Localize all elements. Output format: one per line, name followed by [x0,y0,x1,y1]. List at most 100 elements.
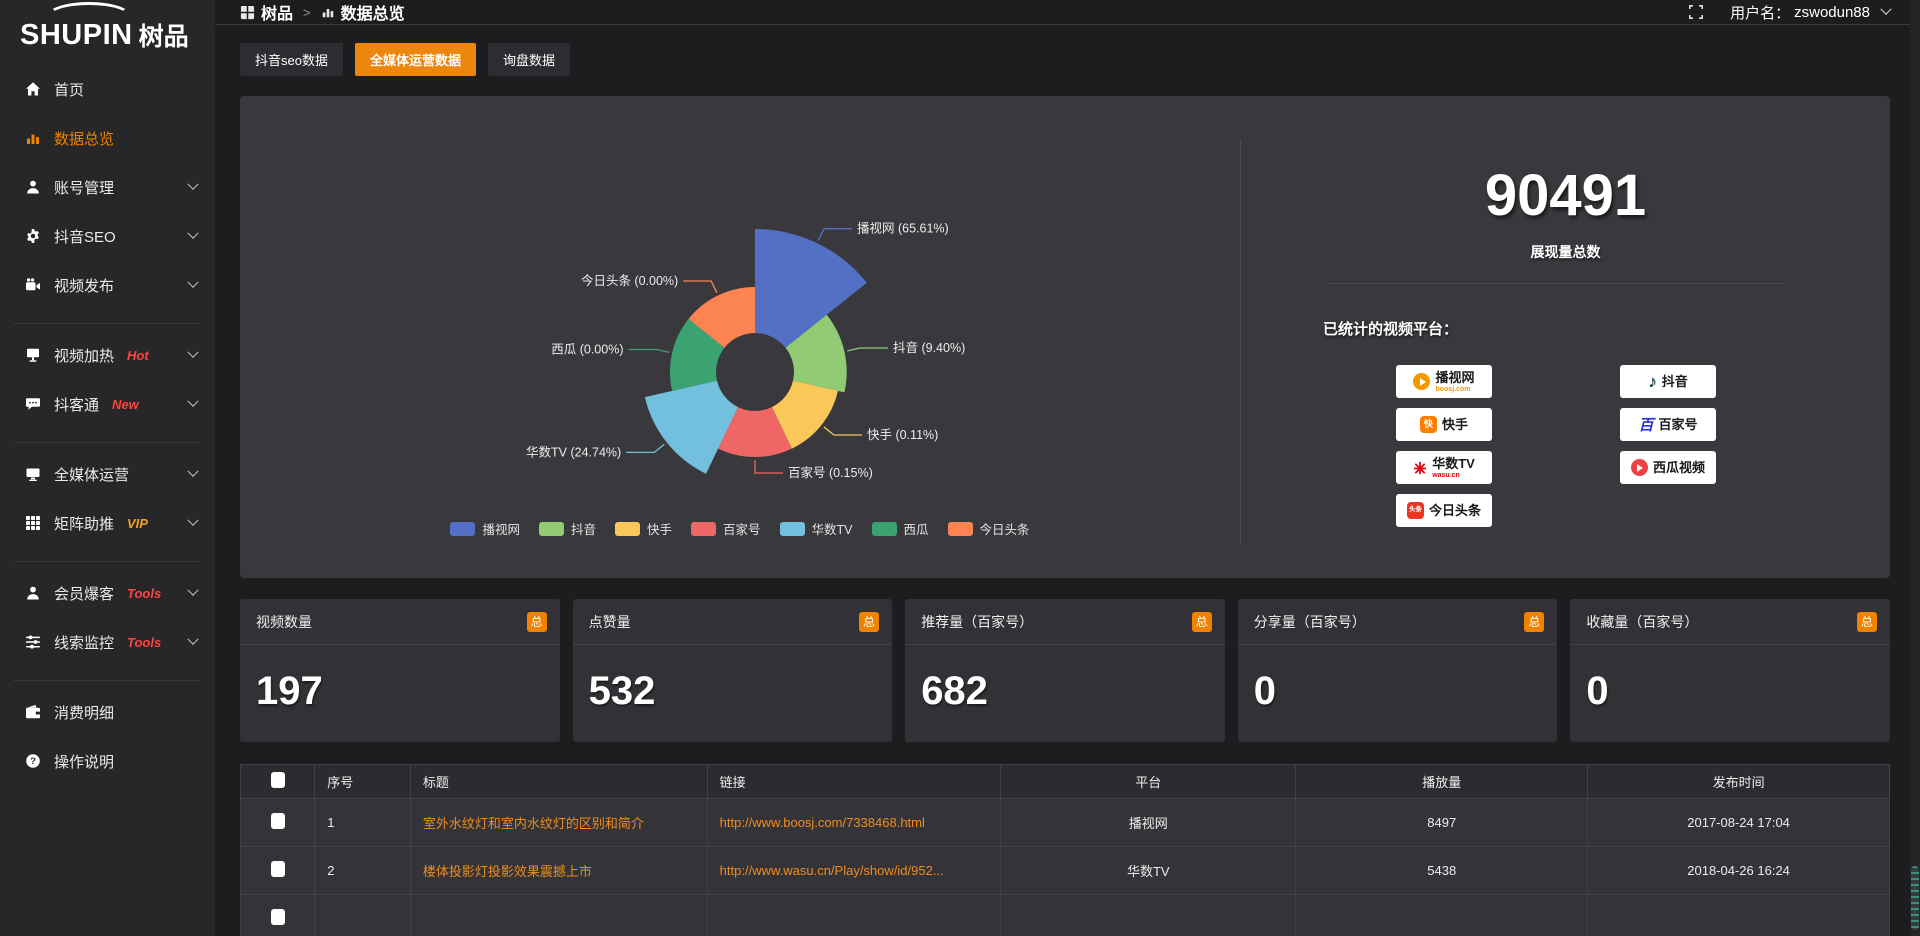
pie-label-line [818,229,852,241]
gear-icon [24,228,41,245]
sidebar-item[interactable]: 账号管理 [0,166,215,208]
platform-badge-xigua: 西瓜视频 [1620,451,1716,484]
cell-platform [1001,895,1296,936]
legend-item[interactable]: 华数TV [780,519,853,538]
chevron-down-icon [187,179,198,190]
legend-swatch [615,522,640,536]
sidebar-item[interactable]: 会员爆客Tools [0,572,215,614]
video-title-link[interactable]: 楼体投影灯投影效果震撼上市 [410,847,707,895]
cell-views: 8497 [1296,799,1588,847]
col-header-title: 标题 [410,765,707,799]
legend-label: 西瓜 [904,519,929,538]
stat-card-value: 682 [905,645,1225,714]
stat-cards-row: 视频数量总197点赞量总532推荐量（百家号）总682分享量（百家号）总0收藏量… [240,599,1890,742]
camera-icon [24,277,41,294]
legend-label: 抖音 [571,519,596,538]
video-url-link[interactable] [707,895,1001,936]
rose-chart-area[interactable]: 播视网 (65.61%)抖音 (9.40%)快手 (0.11%)百家号 (0.1… [240,96,1240,578]
pie-label: 播视网 (65.61%) [857,221,949,236]
tab-xunpan-data[interactable]: 询盘数据 [488,43,570,76]
legend-item[interactable]: 快手 [615,519,672,538]
chevron-down-icon [187,347,198,358]
video-url-link[interactable]: http://www.boosj.com/7338468.html [707,799,1001,847]
cell-no [315,895,411,936]
screen-icon [24,347,41,364]
platform-name: 今日头条 [1429,504,1481,517]
platform-name: 抖音 [1662,375,1688,388]
user-icon [24,179,41,196]
row-checkbox[interactable] [271,861,285,877]
stat-card-label: 收藏量（百家号） [1586,612,1698,632]
pie-label: 西瓜 (0.00%) [551,343,623,357]
chat-icon [24,396,41,413]
sidebar-item-label: 数据总览 [54,128,114,149]
member-icon [24,585,41,602]
legend-item[interactable]: 西瓜 [872,519,929,538]
stat-card-label: 分享量（百家号） [1254,612,1366,632]
sidebar-item-tag: Tools [127,586,161,601]
tab-douyin-seo-data[interactable]: 抖音seo数据 [240,43,343,76]
sidebar-item[interactable]: 消费明细 [0,691,215,733]
chevron-down-icon [187,228,198,239]
sidebar-item[interactable]: 抖客通New [0,383,215,425]
legend-item[interactable]: 今日头条 [948,519,1030,538]
stat-card-value: 0 [1238,645,1558,714]
breadcrumb-item-current[interactable]: 数据总览 [321,0,405,24]
legend-item[interactable]: 播视网 [450,519,520,538]
legend-item[interactable]: 抖音 [539,519,596,538]
col-header-platform: 平台 [1001,765,1296,799]
scrollbar-thumb[interactable] [1911,866,1919,930]
sidebar-item[interactable]: 全媒体运营 [0,453,215,495]
stat-card-label: 推荐量（百家号） [921,612,1033,632]
chevron-down-icon [187,585,198,596]
sidebar-item[interactable]: 首页 [0,68,215,110]
pie-label: 抖音 (9.40%) [893,340,965,355]
sidebar-item[interactable]: 数据总览 [0,117,215,159]
sidebar-item-tag: New [112,397,139,412]
total-badge: 总 [527,612,547,632]
boosj-play-icon [1413,373,1430,390]
row-checkbox[interactable] [271,909,285,925]
stat-card-value: 0 [1570,645,1890,714]
sidebar-divider [14,561,201,562]
chevron-down-icon [1880,4,1891,15]
col-header-link: 链接 [707,765,1001,799]
video-title-link[interactable] [410,895,707,936]
home-icon [24,81,41,98]
video-title-link[interactable]: 室外水纹灯和室内水纹灯的区别和简介 [410,799,707,847]
summary-divider [1327,283,1782,284]
wasu-burst-icon [1413,461,1427,475]
platform-badge-column: ♪抖音百百家号西瓜视频 [1620,365,1716,527]
sidebar-item[interactable]: ?操作说明 [0,740,215,782]
video-url-link[interactable]: http://www.wasu.cn/Play/show/id/952... [707,847,1001,895]
topbar: 树品 > 数据总览 用户名： zswodun88 [215,0,1920,25]
xigua-play-icon [1631,459,1648,476]
sidebar-item[interactable]: 视频加热Hot [0,334,215,376]
platform-badge-toutiao: 头条今日头条 [1396,494,1492,527]
select-all-checkbox[interactable] [271,772,285,788]
sidebar-item-tag: VIP [127,516,148,531]
platform-name: 华数TV [1432,457,1475,470]
sidebar-item[interactable]: 线索监控Tools [0,621,215,663]
row-checkbox[interactable] [271,813,285,829]
sidebar-item[interactable]: 矩阵助推VIP [0,502,215,544]
chevron-down-icon [187,277,198,288]
main-area: 树品 > 数据总览 用户名： zswodun88 [215,0,1920,936]
sidebar-divider [14,323,201,324]
user-menu[interactable]: 用户名： zswodun88 [1730,2,1890,23]
platform-sub: boosj.com [1435,386,1470,393]
legend-swatch [691,522,716,536]
cell-platform: 播视网 [1001,799,1296,847]
col-header-views: 播放量 [1296,765,1588,799]
stat-card-label: 视频数量 [256,612,312,632]
pie-slice[interactable] [645,381,738,474]
baijiahao-icon: 百 [1638,414,1653,435]
legend-item[interactable]: 百家号 [691,519,761,538]
tab-quanmeiti-data[interactable]: 全媒体运营数据 [355,43,476,76]
fullscreen-icon[interactable] [1688,4,1704,20]
sidebar-item[interactable]: 抖音SEO [0,215,215,257]
table-header-row: 序号 标题 链接 平台 播放量 发布时间 [241,765,1890,799]
breadcrumb-item-home[interactable]: 树品 [240,0,293,24]
rose-pie-chart[interactable]: 播视网 (65.61%)抖音 (9.40%)快手 (0.11%)百家号 (0.1… [240,96,1240,578]
sidebar-item[interactable]: 视频发布 [0,264,215,306]
